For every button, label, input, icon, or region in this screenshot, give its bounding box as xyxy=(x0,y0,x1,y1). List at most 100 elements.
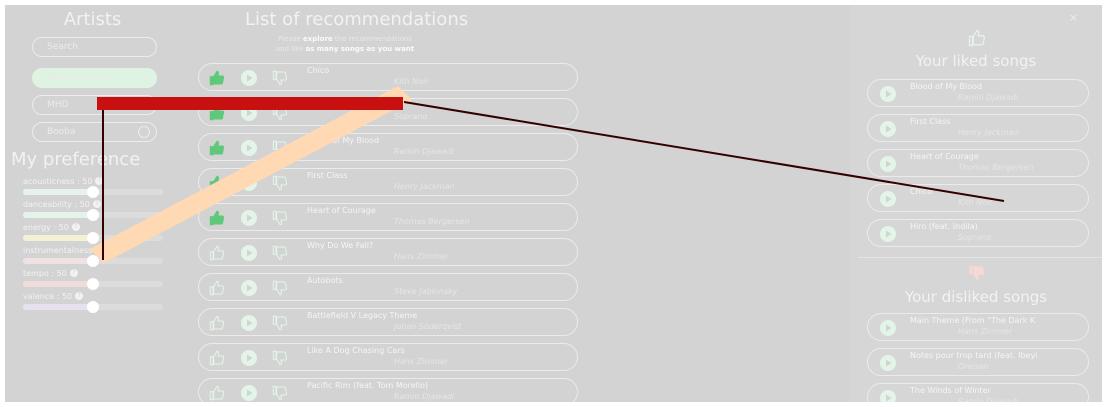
question-icon[interactable]: ? xyxy=(69,269,78,277)
preference-slider-handle[interactable] xyxy=(87,301,99,313)
question-icon[interactable]: ? xyxy=(113,246,122,254)
thumbs-down-icon[interactable] xyxy=(272,140,288,156)
play-icon[interactable] xyxy=(241,105,257,121)
play-icon[interactable] xyxy=(241,175,257,191)
thumbs-down-icon xyxy=(969,265,985,281)
song-artist: Hans Zimmer xyxy=(958,327,1013,336)
song-artist: Ramin Djawadi xyxy=(958,93,1019,102)
play-icon[interactable] xyxy=(241,245,257,261)
play-icon[interactable] xyxy=(241,280,257,296)
artist-item-booba[interactable]: Booba xyxy=(32,122,157,142)
preference-slider[interactable] xyxy=(23,232,163,244)
play-icon[interactable] xyxy=(241,350,257,366)
play-icon[interactable] xyxy=(241,140,257,156)
thumbs-up-icon[interactable] xyxy=(209,105,225,121)
song-artist: Thomas Bergersen xyxy=(394,217,470,226)
thumbs-down-icon[interactable] xyxy=(272,105,288,121)
question-icon[interactable]: ? xyxy=(71,223,80,231)
artist-item-hans-zimmer[interactable]: Hans Zimmer xyxy=(32,68,157,88)
preference-slider[interactable] xyxy=(23,278,163,290)
thumbs-up-icon[interactable] xyxy=(209,245,225,261)
thumbs-down-icon[interactable] xyxy=(272,210,288,226)
question-icon[interactable]: ? xyxy=(75,292,84,300)
preference-slider[interactable] xyxy=(23,255,163,267)
play-icon[interactable] xyxy=(241,70,257,86)
thumbs-up-icon[interactable] xyxy=(209,175,225,191)
preference-slider[interactable] xyxy=(23,186,163,198)
song-artist: Thomas Bergersen xyxy=(958,163,1034,172)
thumbs-down-icon[interactable] xyxy=(272,280,288,296)
preference-slider[interactable] xyxy=(23,209,163,221)
play-icon[interactable] xyxy=(880,390,896,402)
preference-slider-row: valence : 50? xyxy=(23,292,168,314)
song-title: Autobots xyxy=(307,276,343,285)
side-song-card: Notes pour trop tard (feat. Ibeyi Orelsan xyxy=(867,348,1089,376)
play-icon[interactable] xyxy=(880,86,896,102)
song-title: The Winds of Winter xyxy=(910,386,991,395)
song-actions xyxy=(209,384,299,402)
question-icon[interactable]: ? xyxy=(95,177,104,185)
song-artist: Henry Jackman xyxy=(394,182,455,191)
preference-label: danceability : 50? xyxy=(23,200,101,209)
thumbs-down-icon[interactable] xyxy=(272,175,288,191)
play-icon[interactable] xyxy=(880,121,896,137)
song-artist: Hans Zimmer xyxy=(394,252,449,261)
thumbs-up-icon[interactable] xyxy=(209,350,225,366)
subtitle-text: Please xyxy=(278,35,303,43)
play-icon[interactable] xyxy=(880,320,896,336)
song-artist: Kith Noir xyxy=(394,77,429,86)
play-icon[interactable] xyxy=(880,156,896,172)
preference-slider-handle[interactable] xyxy=(87,255,99,267)
song-artist: Henry Jackman xyxy=(958,128,1019,137)
thumbs-down-icon[interactable] xyxy=(272,315,288,331)
preference-slider-handle[interactable] xyxy=(87,209,99,221)
preference-slider-row: tempo : 50? xyxy=(23,269,168,291)
side-song-card: The Winds of Winter Ramin Djawadi xyxy=(867,383,1089,402)
thumbs-up-icon[interactable] xyxy=(209,385,225,401)
subtitle-bold: explore xyxy=(302,35,333,43)
play-icon[interactable] xyxy=(880,355,896,371)
preference-slider-handle[interactable] xyxy=(87,232,99,244)
recommendations-title: List of recommendations xyxy=(245,9,469,30)
preference-label-text: acousticness : 50 xyxy=(23,177,93,186)
song-title: Blood of My Blood xyxy=(307,136,380,145)
disliked-songs-list: Main Theme (From "The Dark K Hans Zimmer N… xyxy=(867,313,1092,402)
preference-slider-row: instrumentalness : 50? xyxy=(23,246,168,268)
artists-column: Artists Search Hans Zimmer MHD Booba My … xyxy=(5,5,190,402)
song-card: Why Do We Fall? Hans Zimmer xyxy=(198,238,578,266)
play-icon[interactable] xyxy=(880,191,896,207)
thumbs-up-icon[interactable] xyxy=(209,315,225,331)
thumbs-up-icon[interactable] xyxy=(209,70,225,86)
artist-search-input[interactable]: Search xyxy=(32,37,157,57)
play-icon[interactable] xyxy=(880,226,896,242)
play-icon[interactable] xyxy=(241,385,257,401)
thumbs-down-icon[interactable] xyxy=(272,385,288,401)
play-icon[interactable] xyxy=(241,315,257,331)
question-icon[interactable]: ? xyxy=(92,200,101,208)
preference-slider-handle[interactable] xyxy=(87,186,99,198)
preference-slider[interactable] xyxy=(23,301,163,313)
song-card: Chico Kith Noir xyxy=(198,63,578,91)
remove-artist-icon[interactable] xyxy=(138,126,150,138)
artist-label: MHD xyxy=(47,100,69,110)
song-artist: Ramin Djawadi xyxy=(958,397,1019,402)
thumbs-up-icon[interactable] xyxy=(209,140,225,156)
preference-slider-fill xyxy=(23,304,93,310)
thumbs-down-icon[interactable] xyxy=(272,70,288,86)
thumbs-up-icon[interactable] xyxy=(209,210,225,226)
thumbs-down-icon[interactable] xyxy=(272,350,288,366)
song-artist: Kith Noir xyxy=(958,198,993,207)
preference-slider-handle[interactable] xyxy=(87,278,99,290)
subtitle-text: the recommendations xyxy=(332,35,412,43)
artist-label: Booba xyxy=(47,127,76,137)
song-card: First Class Henry Jackman xyxy=(198,168,578,196)
thumbs-down-icon[interactable] xyxy=(272,245,288,261)
side-song-card: Heart of Courage Thomas Bergersen xyxy=(867,149,1089,177)
thumbs-up-icon[interactable] xyxy=(209,280,225,296)
artists-title: Artists xyxy=(63,9,122,30)
play-icon[interactable] xyxy=(241,210,257,226)
close-icon[interactable]: × xyxy=(1069,11,1078,24)
song-artist: Orelsan xyxy=(958,362,989,371)
preference-slider-fill xyxy=(23,189,93,195)
artist-item-mhd[interactable]: MHD xyxy=(32,95,157,115)
